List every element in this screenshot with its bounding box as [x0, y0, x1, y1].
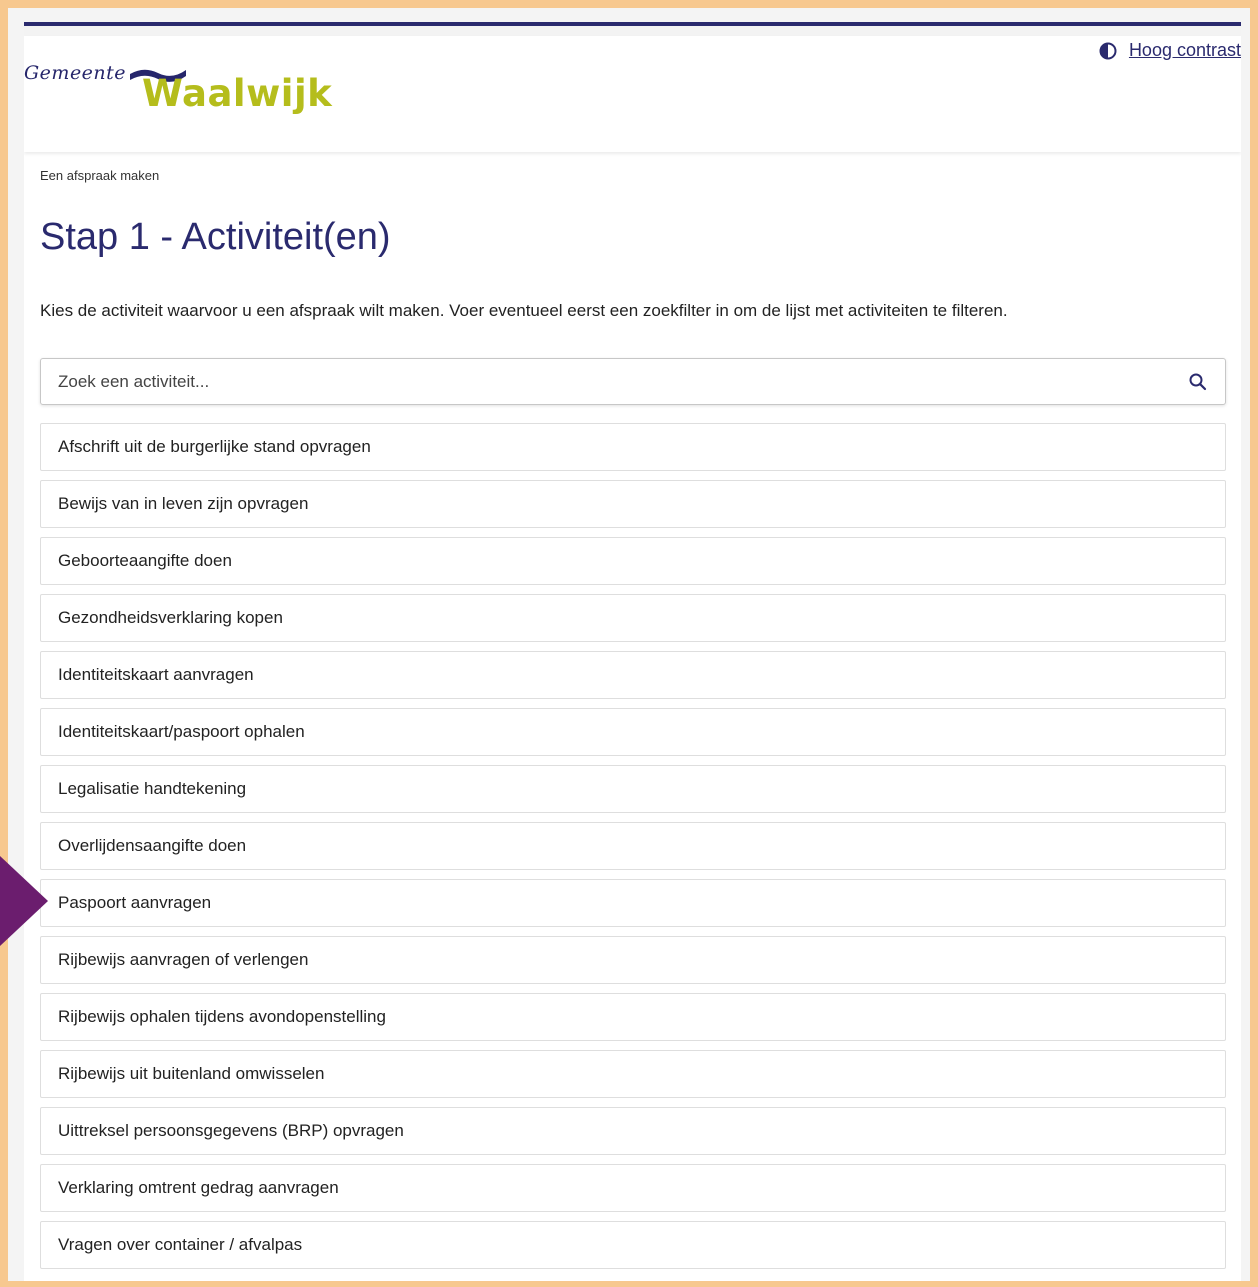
high-contrast-link[interactable]: Hoog contrast	[1129, 40, 1241, 61]
activity-item[interactable]: Rijbewijs ophalen tijdens avondopenstell…	[40, 993, 1226, 1041]
logo-text-waalwijk: Waalwijk	[142, 72, 333, 115]
top-strip	[24, 26, 1241, 36]
activity-list: Afschrift uit de burgerlijke stand opvra…	[40, 423, 1226, 1278]
activity-label: Geboorteaangifte doen	[58, 551, 232, 570]
activity-item[interactable]: Identiteitskaart/paspoort ophalen	[40, 708, 1226, 756]
activity-label: Gezondheidsverklaring kopen	[58, 608, 283, 627]
page-title: Stap 1 - Activiteit(en)	[40, 216, 391, 258]
activity-item[interactable]: Afschrift uit de burgerlijke stand opvra…	[40, 423, 1226, 471]
activity-label: Afschrift uit de burgerlijke stand opvra…	[58, 437, 371, 456]
logo-text-gemeente: Gemeente	[24, 62, 127, 84]
activity-label: Rijbewijs uit buitenland omwisselen	[58, 1064, 325, 1083]
page-content: Gemeente Waalwijk Hoog contrast Een afsp…	[24, 22, 1241, 1281]
contrast-icon	[1099, 42, 1117, 59]
search-icon[interactable]	[1188, 372, 1208, 392]
activity-item[interactable]: Verklaring omtrent gedrag aanvragen	[40, 1164, 1226, 1212]
activity-item[interactable]: Bewijs van in leven zijn opvragen	[40, 480, 1226, 528]
activity-label: Bewijs van in leven zijn opvragen	[58, 494, 309, 513]
search-input[interactable]	[41, 359, 1161, 404]
site-logo[interactable]: Gemeente Waalwijk	[24, 54, 332, 120]
activity-label: Paspoort aanvragen	[58, 893, 212, 912]
activity-label: Verklaring omtrent gedrag aanvragen	[58, 1178, 339, 1197]
activity-item[interactable]: Identiteitskaart aanvragen	[40, 651, 1226, 699]
activity-label: Identiteitskaart aanvragen	[58, 665, 254, 684]
activity-item[interactable]: Gezondheidsverklaring kopen	[40, 594, 1226, 642]
activity-item[interactable]: Legalisatie handtekening	[40, 765, 1226, 813]
intro-text: Kies de activiteit waarvoor u een afspra…	[40, 301, 1008, 320]
activity-item[interactable]: Paspoort aanvragen	[40, 879, 1226, 927]
activity-label: Overlijdensaangifte doen	[58, 836, 247, 855]
activity-label: Rijbewijs aanvragen of verlengen	[58, 950, 309, 969]
pointer-arrow-icon	[0, 856, 48, 946]
activity-item[interactable]: Geboorteaangifte doen	[40, 537, 1226, 585]
breadcrumb[interactable]: Een afspraak maken	[40, 168, 159, 183]
activity-item[interactable]: Vragen over container / afvalpas	[40, 1221, 1226, 1269]
activity-item[interactable]: Rijbewijs uit buitenland omwisselen	[40, 1050, 1226, 1098]
activity-label: Vragen over container / afvalpas	[58, 1235, 303, 1254]
search-box	[40, 358, 1226, 405]
activity-label: Rijbewijs ophalen tijdens avondopenstell…	[58, 1007, 386, 1026]
activity-item[interactable]: Rijbewijs aanvragen of verlengen	[40, 936, 1226, 984]
activity-item[interactable]: Overlijdensaangifte doen	[40, 822, 1226, 870]
activity-label: Identiteitskaart/paspoort ophalen	[58, 722, 305, 741]
page-frame: Gemeente Waalwijk Hoog contrast Een afsp…	[8, 8, 1250, 1281]
activity-label: Legalisatie handtekening	[58, 779, 247, 798]
activity-item[interactable]: Uittreksel persoonsgegevens (BRP) opvrag…	[40, 1107, 1226, 1155]
activity-label: Uittreksel persoonsgegevens (BRP) opvrag…	[58, 1121, 404, 1140]
site-header: Gemeente Waalwijk Hoog contrast	[24, 36, 1241, 152]
high-contrast-toggle[interactable]: Hoog contrast	[1099, 40, 1241, 61]
